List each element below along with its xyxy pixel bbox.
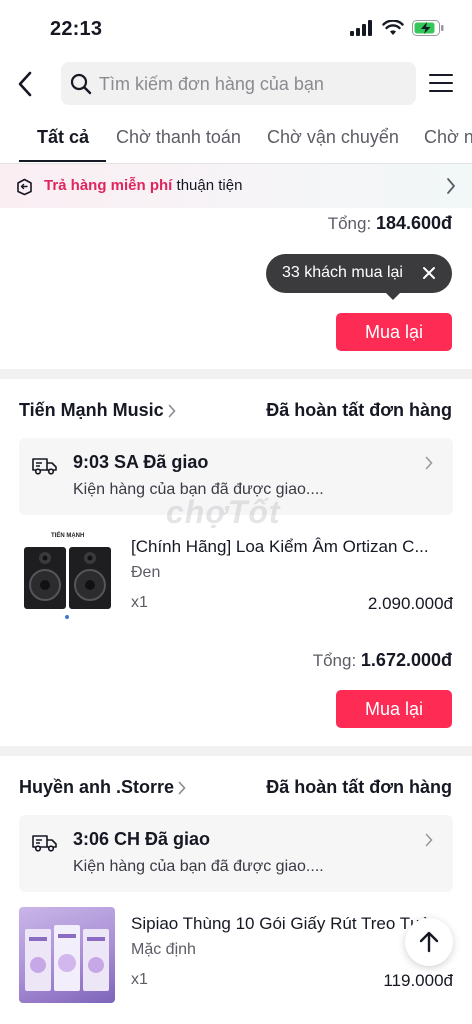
tab-awaiting-payment[interactable]: Chờ thanh toán: [116, 127, 241, 148]
search-placeholder: Tìm kiếm đơn hàng của bạn: [99, 74, 324, 94]
product-quantity: x1: [131, 971, 148, 988]
tab-awaiting-shipping[interactable]: Chờ vận chuyển: [267, 127, 399, 148]
product-quantity: x1: [131, 594, 148, 611]
chevron-right-icon: [425, 456, 433, 470]
tooltip-text: 33 khách mua lại: [282, 264, 403, 281]
back-button[interactable]: [16, 70, 40, 98]
delivery-truck-icon: [32, 458, 57, 475]
free-return-banner[interactable]: Trả hàng miễn phí thuận tiện: [0, 164, 472, 208]
status-time: 22:13: [50, 18, 103, 40]
tooltip-arrow: [385, 292, 401, 300]
product-image-brand: TIẾN MẠNH: [51, 533, 85, 539]
order-status: Đã hoàn tất đơn hàng: [266, 777, 452, 797]
return-box-icon: [17, 178, 32, 196]
tissue-box-image: [25, 925, 109, 991]
product-title[interactable]: [Chính Hãng] Loa Kiểm Âm Ortizan C...: [131, 537, 453, 557]
chevron-right-icon: [447, 178, 455, 194]
active-tab-underline: [19, 160, 106, 162]
product-image[interactable]: [19, 907, 115, 1003]
prev-order-total: Tổng: 184.600đ: [327, 213, 452, 233]
order-total-value: 1.672.000đ: [360, 650, 452, 670]
battery-charging-icon: [412, 20, 444, 36]
shipping-title: 3:06 CH Đã giao: [73, 829, 211, 849]
watermark: chợTốt: [166, 494, 281, 530]
banner-text: Trả hàng miễn phí thuận tiện: [44, 177, 242, 194]
order-status: Đã hoàn tất đơn hàng: [266, 400, 452, 420]
close-icon[interactable]: [422, 266, 436, 280]
shop-name-link[interactable]: Tiến Mạnh Music: [19, 400, 176, 421]
wifi-icon: [382, 20, 404, 35]
section-divider: [0, 746, 472, 756]
shop-name-link[interactable]: Huyền anh .Storre: [19, 777, 186, 798]
product-price: 2.090.000đ: [367, 594, 453, 613]
tab-next[interactable]: Chờ n: [424, 127, 472, 148]
chevron-right-icon: [168, 404, 176, 418]
shipping-title: 9:03 SA Đã giao: [73, 452, 209, 472]
arrow-up-icon: [419, 931, 439, 953]
product-variant: Mặc định: [131, 941, 196, 958]
chevron-right-icon: [178, 781, 186, 795]
product-variant: Đen: [131, 564, 161, 581]
hamburger-menu-icon[interactable]: [429, 74, 453, 98]
signal-icon: [350, 20, 372, 36]
scroll-to-top-button[interactable]: [405, 918, 453, 966]
chevron-right-icon: [425, 833, 433, 847]
order-tabs: Tất cả Chờ thanh toán Chờ vận chuyển Chờ…: [0, 118, 472, 162]
order-total: Tổng: 1.672.000đ: [312, 650, 452, 670]
rebuy-tooltip: 33 khách mua lại: [266, 254, 452, 300]
shipping-info[interactable]: 3:06 CH Đã giao Kiện hàng của bạn đã đượ…: [19, 815, 453, 892]
banner-rest: thuận tiện: [176, 177, 243, 194]
shipping-subtitle: Kiện hàng của bạn đã được giao....: [73, 858, 324, 875]
status-icons: [350, 20, 444, 36]
product-title[interactable]: Sipiao Thùng 10 Gói Giấy Rút Treo Tườ: [131, 914, 453, 934]
search-input[interactable]: Tìm kiếm đơn hàng của bạn: [61, 62, 416, 105]
speaker-image: [24, 547, 111, 619]
section-divider: [0, 369, 472, 379]
delivery-truck-icon: [32, 835, 57, 852]
back-arrow-icon: [18, 71, 32, 97]
prev-order-total-value: 184.600đ: [375, 213, 452, 233]
tab-all[interactable]: Tất cả: [37, 127, 89, 148]
rebuy-button[interactable]: Mua lại: [336, 690, 452, 728]
banner-highlight: Trả hàng miễn phí: [44, 177, 173, 194]
product-price: 119.000đ: [383, 971, 453, 990]
product-image[interactable]: TIẾN MẠNH: [19, 530, 115, 626]
search-icon: [70, 73, 92, 95]
rebuy-button[interactable]: Mua lại: [336, 313, 452, 351]
